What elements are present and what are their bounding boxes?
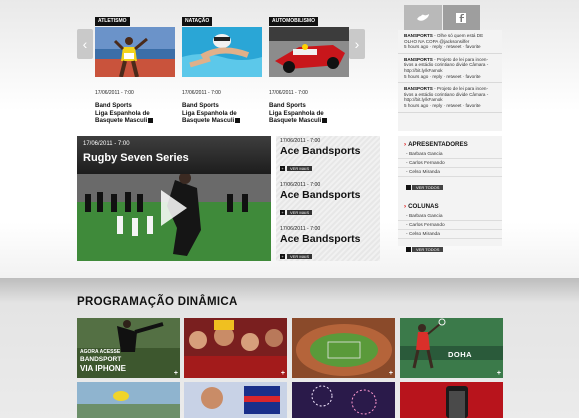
program-tile-iphone[interactable]: AGORA ACESSE BANDSPORT VIA IPHONE + (77, 318, 180, 378)
doha-sponsor-text: DOHA (448, 350, 473, 359)
plus-icon (406, 185, 411, 190)
tweet-meta[interactable]: 5 hours ago · reply · retweet · favorite (404, 74, 481, 79)
section-heading-colunas: › COLUNAS (404, 203, 439, 210)
tweet-list: BANSPORTS - Olhe só quem está DE OLHO NA… (398, 30, 502, 131)
tweet-item: BANSPORTS - Projeto de lei para incen-ti… (398, 54, 502, 84)
program-tile-stadium[interactable]: + (292, 318, 395, 378)
plus-icon: + (388, 370, 393, 377)
swimming-thumbnail (182, 27, 262, 77)
arrow-right-icon: › (404, 203, 407, 210)
cyclist-image (77, 382, 180, 418)
presenter-link[interactable]: - Celso Miranda (398, 168, 502, 177)
card-title[interactable]: Band Sports Liga Espanhola de Basquete M… (95, 102, 175, 125)
fans-crowd-image (184, 318, 287, 378)
card-date: 17/06/2011 - 7:00 (182, 90, 221, 96)
tweet-item: BANSPORTS - Olhe só quem está DE OLHO NA… (398, 30, 502, 54)
see-all-columns-button[interactable]: VER TODOS (406, 247, 444, 252)
man-portrait-image (184, 382, 287, 418)
fireworks-image (292, 382, 395, 418)
play-icon (322, 117, 328, 123)
arrow-right-icon: › (404, 141, 407, 148)
social-feed-box: BANSPORTS - Olhe só quem está DE OLHO NA… (398, 5, 502, 132)
video-list: 17/06/2011 - 7:00 Ace Bandsports + VER MA… (276, 136, 380, 261)
tab-twitter[interactable] (404, 5, 442, 30)
plus-icon: + (173, 370, 178, 377)
phone-image (400, 382, 503, 418)
program-tile-tennis[interactable]: DOHA + (400, 318, 503, 378)
program-tile-fireworks[interactable] (292, 382, 395, 418)
tweet-meta[interactable]: 5 hours ago · reply · retweet · favorite (404, 103, 481, 108)
column-link[interactable]: - Carlos Fernando (398, 221, 502, 230)
column-link[interactable]: - Celso Miranda (398, 230, 502, 239)
carousel-card-atletismo[interactable]: ATLETISMO 17/06/2011 - 7:00 Band Sports … (95, 9, 175, 125)
program-tile-phone[interactable] (400, 382, 503, 418)
plus-icon: + (280, 370, 285, 377)
plus-icon (406, 247, 411, 252)
tweet-item: BANSPORTS - Projeto de lei para incen-ti… (398, 83, 502, 113)
twitter-bird-icon (416, 13, 429, 21)
card-title[interactable]: Band Sports Liga Espanhola de Basquete M… (269, 102, 349, 125)
video-title: Rugby Seven Series (83, 152, 189, 164)
tennis-player-image (400, 318, 503, 378)
plus-icon: + (280, 166, 285, 171)
video-list-item[interactable]: 17/06/2011 - 7:00 Ace Bandsports + VER MA… (280, 138, 376, 175)
section-heading-apresentadores: › APRESENTADORES (404, 141, 468, 148)
carousel-prev-button[interactable]: ‹ (77, 29, 93, 59)
card-title[interactable]: Band Sports Liga Espanhola de Basquete M… (182, 102, 262, 125)
carousel-card-automobilismo[interactable]: AUTOMOBILISMO 17/06/2011 - 7:00 Band Spo… (269, 9, 349, 125)
video-list-item[interactable]: 17/06/2011 - 7:00 Ace Bandsports + VER MA… (280, 226, 376, 263)
section-title-programacao: PROGRAMAÇÃO DINÂMICA (77, 296, 238, 308)
program-tile-portrait[interactable] (184, 382, 287, 418)
column-link[interactable]: - Barbara Gancia (398, 212, 502, 221)
video-date: 17/06/2011 - 7:00 (83, 141, 130, 147)
card-date: 17/06/2011 - 7:00 (269, 90, 308, 96)
chevron-right-icon: › (354, 36, 360, 52)
presenter-link[interactable]: - Barbara Gancia (398, 150, 502, 159)
plus-icon: + (496, 370, 501, 377)
stadium-image (292, 318, 395, 378)
carousel-next-button[interactable]: › (349, 29, 365, 59)
play-icon[interactable] (159, 188, 189, 228)
category-tag: NATAÇÃO (182, 17, 213, 26)
chevron-left-icon: ‹ (82, 36, 88, 52)
athletics-thumbnail (95, 27, 175, 78)
racing-thumbnail (269, 27, 349, 77)
see-all-presenters-button[interactable]: VER TODOS (406, 185, 444, 190)
tab-facebook[interactable] (442, 5, 480, 30)
people-sidebar: › APRESENTADORES - Barbara Gancia - Carlo… (398, 136, 502, 252)
category-tag: ATLETISMO (95, 17, 130, 26)
presenter-link[interactable]: - Carlos Fernando (398, 159, 502, 168)
see-more-button[interactable]: + VER MAIS (280, 254, 313, 259)
featured-video-player[interactable]: 17/06/2011 - 7:00 Rugby Seven Series (77, 136, 271, 261)
plus-icon: + (280, 210, 285, 215)
facebook-icon (456, 12, 467, 23)
play-icon (148, 117, 154, 123)
plus-icon: + (280, 254, 285, 259)
program-tile-fans[interactable]: + (184, 318, 287, 378)
tile-caption: AGORA ACESSE BANDSPORT VIA IPHONE (80, 349, 126, 373)
see-more-button[interactable]: + VER MAIS (280, 166, 313, 171)
program-tile-cyclist[interactable] (77, 382, 180, 418)
play-icon (235, 117, 241, 123)
video-list-item[interactable]: 17/06/2011 - 7:00 Ace Bandsports + VER MA… (280, 182, 376, 219)
category-tag: AUTOMOBILISMO (269, 17, 318, 26)
social-tabs (404, 5, 480, 30)
carousel-card-natacao[interactable]: NATAÇÃO 17/06/2011 - 7:00 Band Sports Li… (182, 9, 262, 125)
see-more-button[interactable]: + VER MAIS (280, 210, 313, 215)
card-date: 17/06/2011 - 7:00 (95, 90, 134, 96)
tweet-meta[interactable]: 5 hours ago · reply · retweet · favorite (404, 44, 481, 49)
